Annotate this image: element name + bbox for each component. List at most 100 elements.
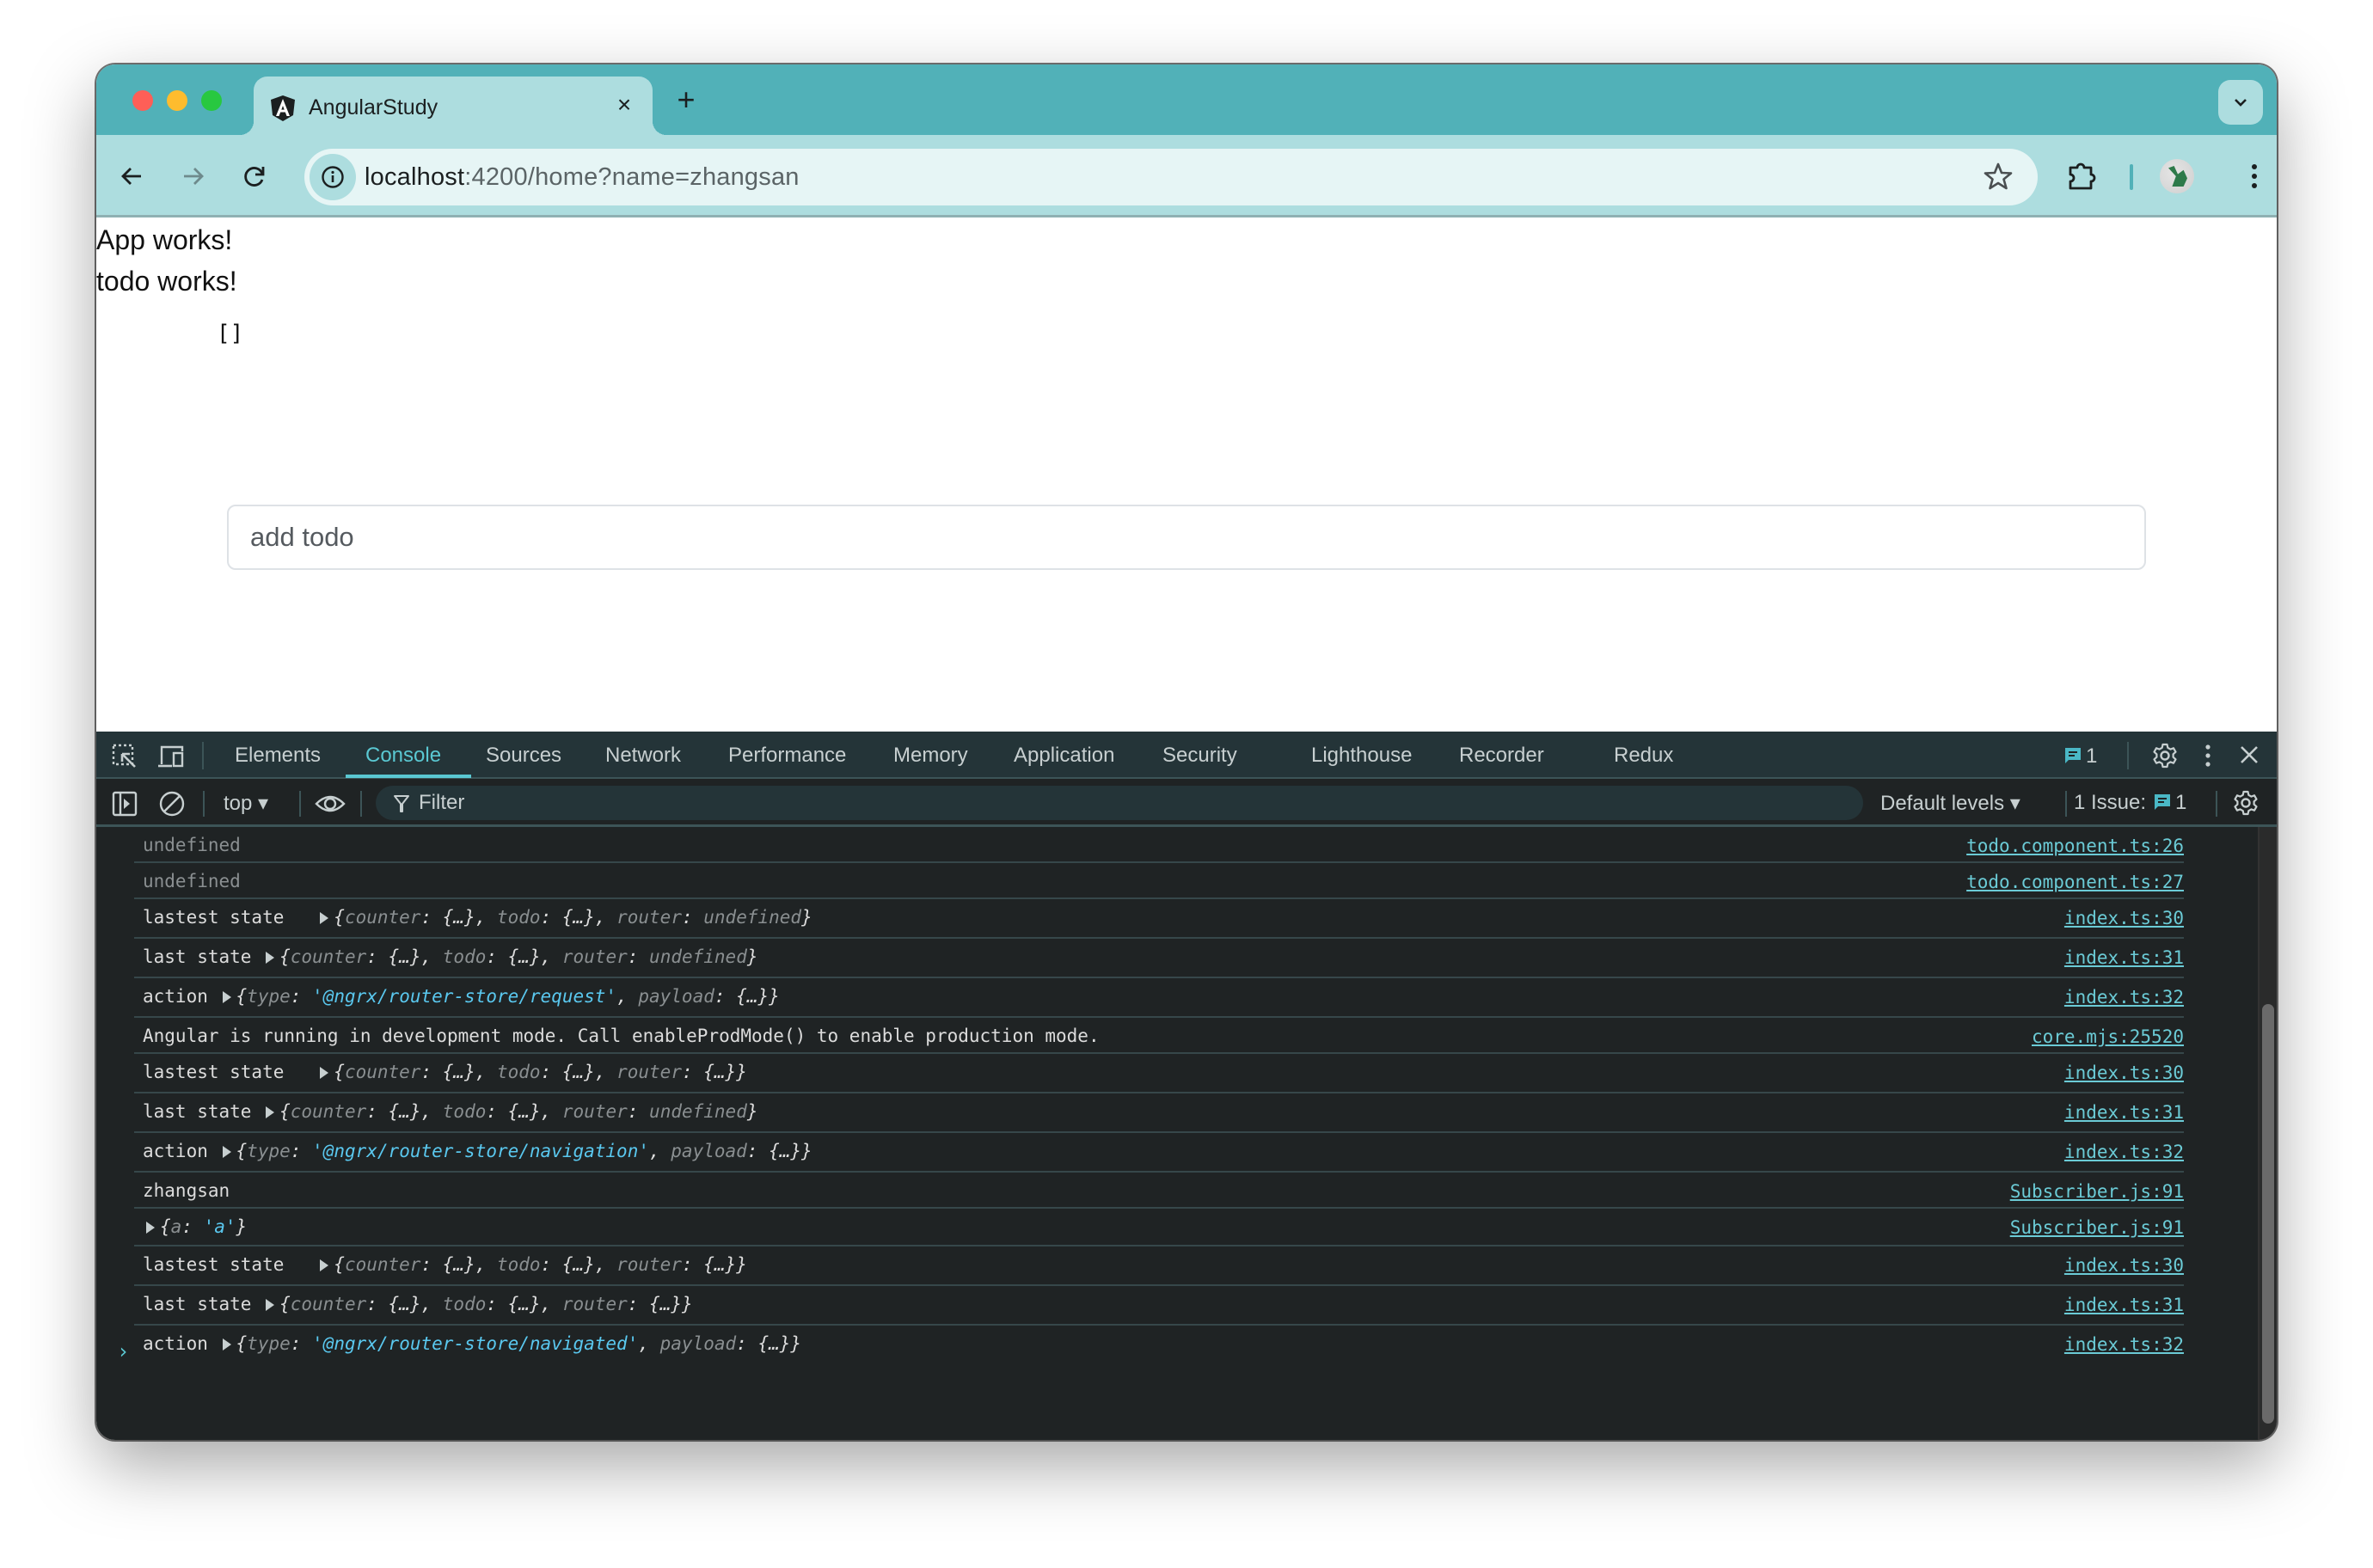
browser-tab-angularstudy[interactable]: AngularStudy ×: [240, 77, 666, 135]
devtools-tab-console[interactable]: Console: [365, 744, 441, 768]
colon: :: [540, 1062, 562, 1082]
devtools-tab-performance[interactable]: Performance: [728, 744, 846, 768]
expand-triangle-icon[interactable]: [320, 912, 329, 924]
console-message: action {type: '@ngrx/router-store/reques…: [134, 978, 2184, 1018]
source-link[interactable]: index.ts:32: [2064, 987, 2184, 1008]
source-link[interactable]: index.ts:31: [2064, 947, 2184, 968]
browser-window: AngularStudy × + localhost:4200/home?nam…: [96, 64, 2277, 1440]
tab-close-icon[interactable]: ×: [611, 92, 637, 118]
extensions-button[interactable]: [2065, 159, 2100, 198]
object-value: undefined: [649, 946, 747, 967]
comma: ,: [540, 946, 562, 967]
minimize-window-button[interactable]: [167, 90, 187, 111]
devtools-tab-redux[interactable]: Redux: [1614, 744, 1673, 768]
browser-menu-button[interactable]: [2237, 159, 2272, 198]
source-link[interactable]: index.ts:30: [2064, 1255, 2184, 1276]
log-label: last state: [143, 1294, 263, 1314]
show-sidebar-button[interactable]: [112, 791, 138, 821]
source-link[interactable]: Subscriber.js:91: [2010, 1181, 2184, 1202]
devtools-tab-lighthouse[interactable]: Lighthouse: [1311, 744, 1412, 768]
expand-triangle-icon[interactable]: [222, 991, 231, 1003]
profile-avatar[interactable]: [2160, 159, 2194, 193]
expand-triangle-icon[interactable]: [222, 1146, 231, 1158]
live-expression-button[interactable]: [315, 791, 346, 821]
new-tab-button[interactable]: +: [671, 84, 702, 116]
console-settings-button[interactable]: [2232, 789, 2260, 821]
source-link[interactable]: index.ts:32: [2064, 1142, 2184, 1162]
puzzle-piece-icon: [2069, 162, 2096, 190]
devtools-tab-recorder[interactable]: Recorder: [1459, 744, 1544, 768]
object-value: '@ngrx/router-store/navigation': [312, 1141, 649, 1161]
issues-count: 1: [2175, 791, 2187, 814]
console-scrollbar[interactable]: [2258, 827, 2277, 1440]
inspect-element-button[interactable]: [112, 744, 138, 774]
devtools-tab-elements[interactable]: Elements: [235, 744, 321, 768]
object-value: {…}: [561, 1254, 595, 1275]
expand-triangle-icon[interactable]: [266, 1299, 275, 1311]
source-link[interactable]: index.ts:30: [2064, 1063, 2184, 1083]
scrollbar-thumb[interactable]: [2262, 1004, 2274, 1424]
close-icon: [2241, 746, 2258, 763]
expand-triangle-icon[interactable]: [266, 1106, 275, 1118]
close-window-button[interactable]: [132, 90, 153, 111]
source-link[interactable]: todo.component.ts:27: [1966, 872, 2184, 892]
log-label: action: [143, 1333, 219, 1354]
colon: :: [420, 1254, 443, 1275]
url-text[interactable]: localhost:4200/home?name=zhangsan: [365, 163, 800, 192]
colon: :: [181, 1216, 204, 1237]
object-key: router: [561, 946, 628, 967]
devtools-more-button[interactable]: [2199, 742, 2217, 774]
colon: :: [290, 1141, 313, 1161]
log-levels-dropdown[interactable]: Default levels ▾: [1880, 791, 2020, 816]
colon: :: [486, 946, 508, 967]
source-link[interactable]: index.ts:30: [2064, 908, 2184, 928]
filter-input[interactable]: [419, 786, 1794, 820]
back-button[interactable]: [115, 159, 150, 193]
source-link[interactable]: index.ts:31: [2064, 1295, 2184, 1315]
object-value: {…}: [736, 986, 770, 1007]
clear-console-button[interactable]: [158, 790, 186, 822]
comma: ,: [475, 907, 497, 928]
devtools-tab-sources[interactable]: Sources: [486, 744, 561, 768]
site-info-button[interactable]: [310, 154, 356, 200]
object-value: {…}: [769, 1141, 802, 1161]
expand-triangle-icon[interactable]: [146, 1222, 155, 1234]
devtools-tab-application[interactable]: Application: [1014, 744, 1114, 768]
object-value: {…}: [703, 1062, 737, 1082]
context-selector[interactable]: top ▾: [224, 791, 268, 816]
forward-button[interactable]: [175, 159, 210, 193]
devtools-tab-memory[interactable]: Memory: [893, 744, 968, 768]
source-link[interactable]: Subscriber.js:91: [2010, 1217, 2184, 1238]
maximize-window-button[interactable]: [201, 90, 222, 111]
expand-triangle-icon[interactable]: [266, 952, 275, 964]
address-bar[interactable]: localhost:4200/home?name=zhangsan: [304, 149, 2038, 205]
source-link[interactable]: core.mjs:25520: [2032, 1026, 2184, 1047]
object-key: payload: [659, 1333, 737, 1354]
reload-button[interactable]: [237, 159, 272, 193]
devtools-settings-button[interactable]: [2151, 742, 2179, 774]
source-link[interactable]: index.ts:31: [2064, 1102, 2184, 1123]
colon: :: [290, 986, 313, 1007]
bookmark-star-button[interactable]: [1983, 161, 2014, 196]
devtools-close-button[interactable]: [2237, 743, 2261, 771]
console-prompt-icon[interactable]: ›: [117, 1339, 129, 1363]
brace: {: [236, 986, 248, 1007]
expand-triangle-icon[interactable]: [320, 1067, 329, 1079]
object-value: undefined: [649, 1101, 747, 1122]
devtools-tab-network[interactable]: Network: [605, 744, 681, 768]
console-filter[interactable]: [376, 786, 1863, 820]
device-toolbar-button[interactable]: [156, 744, 186, 774]
expand-triangle-icon[interactable]: [222, 1338, 231, 1351]
brace: {: [334, 1062, 345, 1082]
devtools-tab-security[interactable]: Security: [1162, 744, 1237, 768]
tab-search-button[interactable]: [2218, 80, 2263, 125]
colon: :: [486, 1101, 508, 1122]
source-link[interactable]: index.ts:32: [2064, 1334, 2184, 1355]
issues-counter-button[interactable]: 1 Issue: 1: [2074, 791, 2186, 815]
issues-badge-button[interactable]: 1: [2063, 744, 2097, 769]
brace: }: [681, 1294, 693, 1314]
comma: ,: [420, 1294, 443, 1314]
add-todo-input[interactable]: [227, 505, 2146, 570]
expand-triangle-icon[interactable]: [320, 1259, 329, 1271]
source-link[interactable]: todo.component.ts:26: [1966, 836, 2184, 856]
